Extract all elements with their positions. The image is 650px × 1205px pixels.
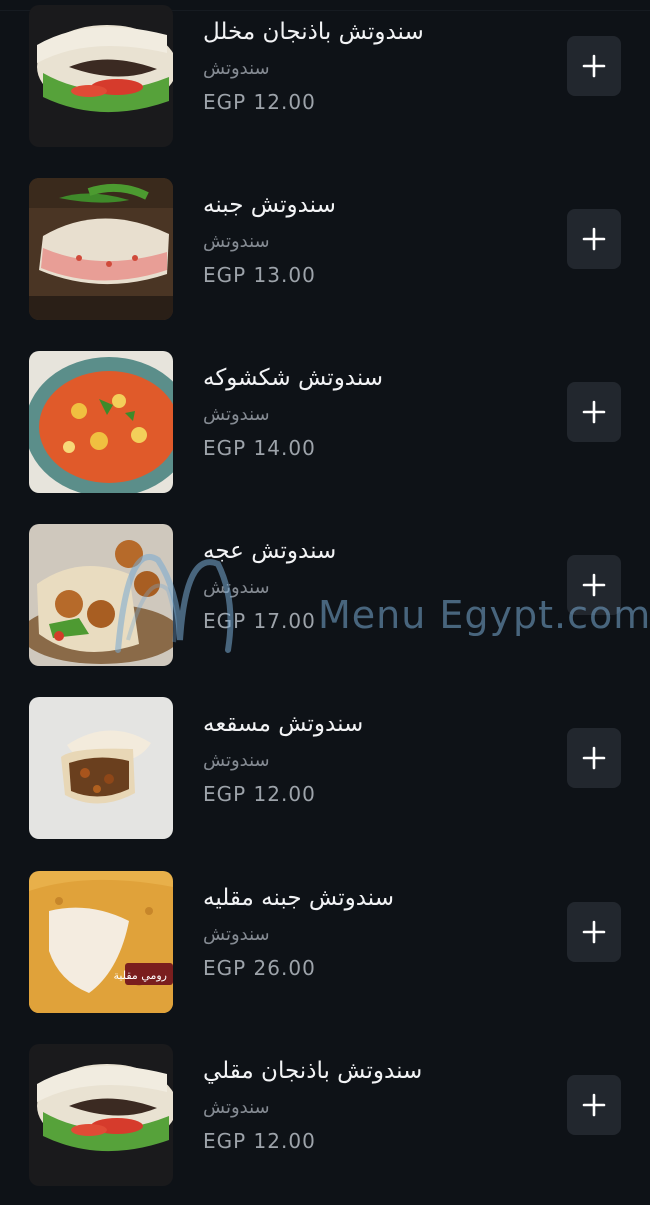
- plus-icon: [582, 920, 606, 944]
- item-price: EGP 14.00: [203, 436, 316, 460]
- food-image-shakshuka: [29, 351, 173, 493]
- plus-icon: [582, 54, 606, 78]
- item-name: سندوتش عجه: [203, 538, 337, 564]
- add-button[interactable]: [567, 902, 621, 962]
- list-item[interactable]: سندوتش باذنجان مقلي سندوتش EGP 12.00: [0, 1044, 650, 1189]
- food-image-cheese: [29, 178, 173, 320]
- item-category: سندوتش: [203, 58, 270, 79]
- item-category: سندوتش: [203, 924, 270, 945]
- item-category: سندوتش: [203, 1097, 270, 1118]
- food-image-eggplant: [29, 1044, 173, 1186]
- food-image-eggplant: [29, 5, 173, 147]
- item-name: سندوتش مسقعه: [203, 711, 364, 737]
- item-name: سندوتش شكشوكه: [203, 365, 384, 391]
- item-name: سندوتش باذنجان مقلي: [203, 1058, 423, 1084]
- list-item[interactable]: رومي مقلية سندوتش جبنه مقليه سندوتش EGP …: [0, 871, 650, 1016]
- plus-icon: [582, 573, 606, 597]
- plus-icon: [582, 400, 606, 424]
- item-price: EGP 12.00: [203, 1129, 316, 1153]
- list-item[interactable]: سندوتش باذنجان مخلل سندوتش EGP 12.00: [0, 5, 650, 150]
- add-button[interactable]: [567, 1075, 621, 1135]
- item-category: سندوتش: [203, 577, 270, 598]
- item-price: EGP 17.00: [203, 609, 316, 633]
- add-button[interactable]: [567, 728, 621, 788]
- plus-icon: [582, 1093, 606, 1117]
- item-category: سندوتش: [203, 750, 270, 771]
- plus-icon: [582, 227, 606, 251]
- list-item[interactable]: سندوتش مسقعه سندوتش EGP 12.00: [0, 697, 650, 842]
- item-price: EGP 13.00: [203, 263, 316, 287]
- food-image-fried-cheese: رومي مقلية: [29, 871, 173, 1013]
- add-button[interactable]: [567, 382, 621, 442]
- add-button[interactable]: [567, 36, 621, 96]
- add-button[interactable]: [567, 555, 621, 615]
- item-category: سندوتش: [203, 231, 270, 252]
- list-item[interactable]: سندوتش شكشوكه سندوتش EGP 14.00: [0, 351, 650, 496]
- list-item[interactable]: سندوتش جبنه سندوتش EGP 13.00: [0, 178, 650, 323]
- plus-icon: [582, 746, 606, 770]
- food-image-moussaka: [29, 697, 173, 839]
- list-item[interactable]: سندوتش عجه سندوتش EGP 17.00: [0, 524, 650, 669]
- item-price: EGP 26.00: [203, 956, 316, 980]
- item-price: EGP 12.00: [203, 90, 316, 114]
- item-name: سندوتش باذنجان مخلل: [203, 19, 424, 45]
- item-price: EGP 12.00: [203, 782, 316, 806]
- item-name: سندوتش جبنه: [203, 192, 336, 218]
- image-caption: رومي مقلية: [114, 969, 168, 982]
- item-name: سندوتش جبنه مقليه: [203, 885, 395, 911]
- item-category: سندوتش: [203, 404, 270, 425]
- add-button[interactable]: [567, 209, 621, 269]
- food-image-falafel: [29, 524, 173, 666]
